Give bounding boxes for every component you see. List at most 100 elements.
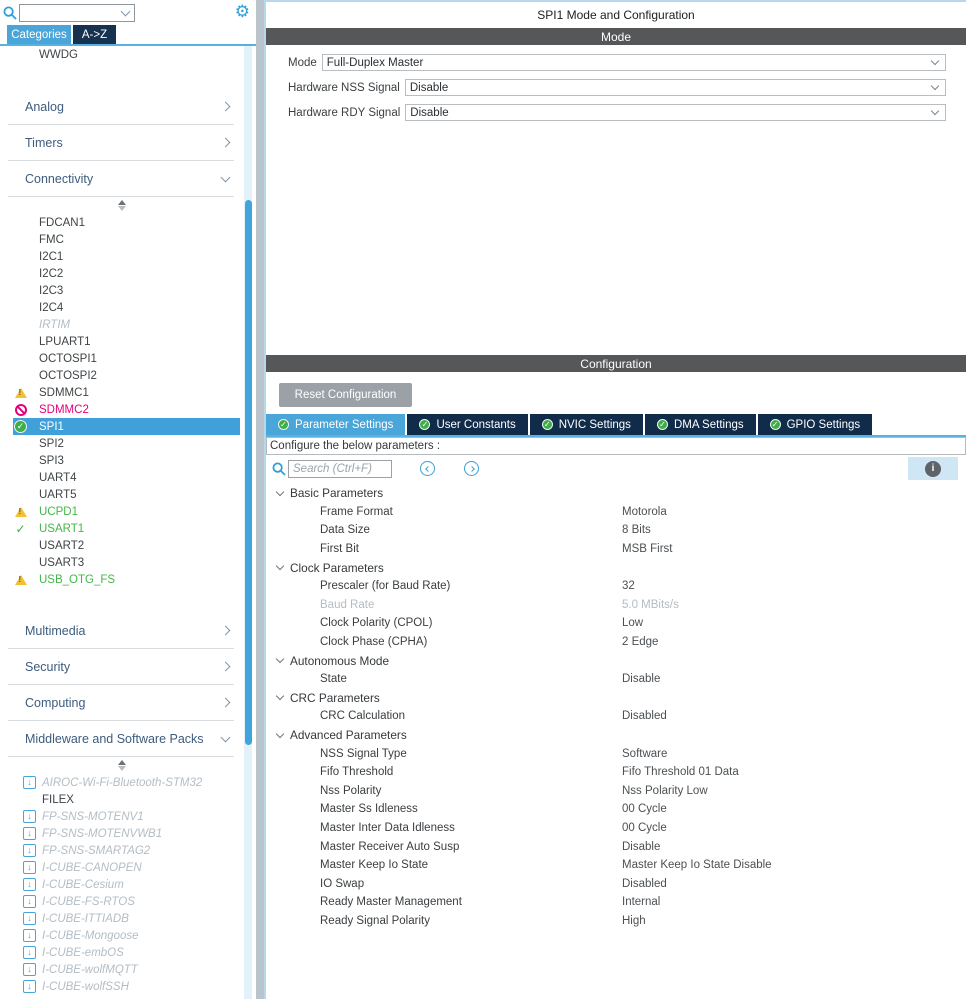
list-item-sdmmc1[interactable]: SDMMC1 [13, 384, 240, 401]
param-row-first-bit[interactable]: First Bit MSB First [266, 540, 966, 559]
param-row-prescaler[interactable]: Prescaler (for Baud Rate) 32 [266, 577, 966, 596]
tab-categories[interactable]: Categories [7, 25, 71, 44]
list-item-spi1[interactable]: SPI1 [13, 418, 240, 435]
sidebar-item-middleware[interactable]: Middleware and Software Packs [8, 721, 234, 757]
parameter-search-input[interactable] [288, 459, 392, 478]
list-item-fp-sns-motenv1[interactable]: FP-SNS-MOTENV1 [13, 808, 244, 825]
list-item-i2c3[interactable]: I2C3 [13, 282, 240, 299]
param-group-clock[interactable]: Clock Parameters [266, 558, 966, 577]
list-item-i2c1[interactable]: I2C1 [13, 248, 240, 265]
sidebar-item-connectivity[interactable]: Connectivity [8, 161, 234, 197]
list-item-fp-sns-motenvwb1[interactable]: FP-SNS-MOTENVWB1 [13, 825, 244, 842]
sidebar-item-analog[interactable]: Analog [8, 89, 234, 125]
list-item-usart2[interactable]: USART2 [13, 537, 240, 554]
list-item-i-cube-ittiadb[interactable]: I-CUBE-ITTIADB [13, 910, 244, 927]
list-item-i-cube-cesium[interactable]: I-CUBE-Cesium [13, 876, 244, 893]
chevron-down-icon [275, 654, 285, 664]
chevron-down-icon [220, 732, 231, 742]
param-row-data-size[interactable]: Data Size 8 Bits [266, 521, 966, 540]
list-item-octospi2[interactable]: OCTOSPI2 [13, 367, 240, 384]
list-item-i-cube-embos[interactable]: I-CUBE-embOS [13, 944, 244, 961]
chevron-down-icon [220, 172, 231, 182]
info-icon: i [925, 460, 941, 477]
param-group-basic[interactable]: Basic Parameters [266, 484, 966, 503]
param-row-clock-polarity[interactable]: Clock Polarity (CPOL) Low [266, 614, 966, 633]
param-group-autonomous[interactable]: Autonomous Mode [266, 651, 966, 670]
param-row-frame-format[interactable]: Frame Format Motorola [266, 503, 966, 522]
check-circle-icon [541, 419, 553, 430]
search-previous-button[interactable] [420, 461, 435, 476]
list-item-fdcan1[interactable]: FDCAN1 [13, 214, 240, 231]
mode-select[interactable]: Full-Duplex Master [321, 54, 946, 71]
mode-row: Mode Full-Duplex Master [288, 54, 946, 71]
tab-user-constants[interactable]: User Constants [407, 414, 528, 435]
list-item-i-cube-wolfmqtt[interactable]: I-CUBE-wolfMQTT [13, 961, 244, 978]
param-row-master-inter-data-idleness[interactable]: Master Inter Data Idleness 00 Cycle [266, 819, 966, 838]
param-row-ready-master-management[interactable]: Ready Master Management Internal [266, 893, 966, 912]
sidebar-scrollbar-thumb[interactable] [244, 200, 252, 745]
chevron-down-icon [930, 56, 940, 66]
scroll-up-spinner[interactable] [0, 757, 244, 774]
hardware-rdy-select[interactable]: Disable [405, 104, 946, 121]
param-row-master-ss-idleness[interactable]: Master Ss Idleness 00 Cycle [266, 800, 966, 819]
list-item-usb-otg-fs[interactable]: USB_OTG_FS [13, 571, 240, 588]
list-item-filex[interactable]: FILEX [13, 791, 244, 808]
hardware-nss-select[interactable]: Disable [404, 79, 946, 96]
list-item-i-cube-wolfssh[interactable]: I-CUBE-wolfSSH [13, 978, 244, 995]
param-row-master-receiver-auto-susp[interactable]: Master Receiver Auto Susp Disable [266, 837, 966, 856]
list-item-i-cube-canopen[interactable]: I-CUBE-CANOPEN [13, 859, 244, 876]
param-row-io-swap[interactable]: IO Swap Disabled [266, 874, 966, 893]
list-item-uart4[interactable]: UART4 [13, 469, 240, 486]
chevron-down-icon [275, 692, 285, 701]
list-item-usart1[interactable]: ✓ USART1 [13, 520, 240, 537]
list-item-octospi1[interactable]: OCTOSPI1 [13, 350, 240, 367]
list-item-lpuart1[interactable]: LPUART1 [13, 333, 240, 350]
list-item-usart3[interactable]: USART3 [13, 554, 240, 571]
tab-parameter-settings[interactable]: Parameter Settings [266, 414, 406, 435]
param-row-crc-calculation[interactable]: CRC Calculation Disabled [266, 707, 966, 726]
tab-a-to-z[interactable]: A->Z [73, 25, 116, 44]
param-group-advanced[interactable]: Advanced Parameters [266, 726, 966, 745]
param-row-state[interactable]: State Disable [266, 670, 966, 689]
chevron-right-icon [220, 661, 231, 672]
param-row-nss-signal-type[interactable]: NSS Signal Type Software [266, 744, 966, 763]
sidebar-item-security[interactable]: Security [8, 649, 234, 685]
list-item-wwdg[interactable]: WWDG [13, 46, 240, 63]
sidebar-item-computing[interactable]: Computing [8, 685, 234, 721]
list-item-i-cube-mongoose[interactable]: I-CUBE-Mongoose [13, 927, 244, 944]
list-item-uart5[interactable]: UART5 [13, 486, 240, 503]
param-row-baud-rate: Baud Rate 5.0 MBits/s [320, 598, 679, 611]
list-item-i-cube-fs-rtos[interactable]: I-CUBE-FS-RTOS [13, 893, 244, 910]
param-row-fifo-threshold[interactable]: Fifo Threshold Fifo Threshold 01 Data [266, 763, 966, 782]
reset-configuration-button[interactable]: Reset Configuration [279, 383, 412, 407]
param-group-crc[interactable]: CRC Parameters [266, 689, 966, 708]
peripheral-search-combobox[interactable] [19, 3, 135, 22]
list-item-spi3[interactable]: SPI3 [13, 452, 240, 469]
mode-row: Hardware NSS Signal Disable [288, 79, 946, 96]
list-item-irtim[interactable]: IRTIM [13, 316, 240, 333]
scroll-up-spinner[interactable] [0, 197, 244, 214]
info-button[interactable]: i [908, 457, 958, 480]
search-next-button[interactable] [464, 461, 479, 476]
sidebar-item-timers[interactable]: Timers [8, 125, 234, 161]
list-item-sdmmc2[interactable]: SDMMC2 [13, 401, 240, 418]
sidebar-item-multimedia[interactable]: Multimedia [8, 613, 234, 649]
list-item-spi2[interactable]: SPI2 [13, 435, 240, 452]
list-item-fp-sns-smartag2[interactable]: FP-SNS-SMARTAG2 [13, 842, 244, 859]
list-item-airoc[interactable]: AIROC-Wi-Fi-Bluetooth-STM32 [13, 774, 244, 791]
list-item-i2c4[interactable]: I2C4 [13, 299, 240, 316]
panel-separator[interactable] [256, 0, 264, 999]
param-row-clock-phase[interactable]: Clock Phase (CPHA) 2 Edge [266, 633, 966, 652]
param-row-ready-signal-polarity[interactable]: Ready Signal Polarity High [266, 912, 966, 931]
configuration-section-header: Configuration [266, 355, 966, 372]
tab-nvic-settings[interactable]: NVIC Settings [529, 414, 643, 435]
list-item-i2c2[interactable]: I2C2 [13, 265, 240, 282]
param-row-nss-polarity[interactable]: Nss Polarity Nss Polarity Low [266, 782, 966, 801]
list-item-fmc[interactable]: FMC [13, 231, 240, 248]
parameter-search-row: i [266, 455, 966, 482]
param-row-master-keep-io-state[interactable]: Master Keep Io State Master Keep Io State… [266, 856, 966, 875]
tab-dma-settings[interactable]: DMA Settings [644, 414, 756, 435]
tab-gpio-settings[interactable]: GPIO Settings [757, 414, 873, 435]
gear-icon[interactable]: ⚙ [235, 1, 250, 23]
list-item-ucpd1[interactable]: UCPD1 [13, 503, 240, 520]
